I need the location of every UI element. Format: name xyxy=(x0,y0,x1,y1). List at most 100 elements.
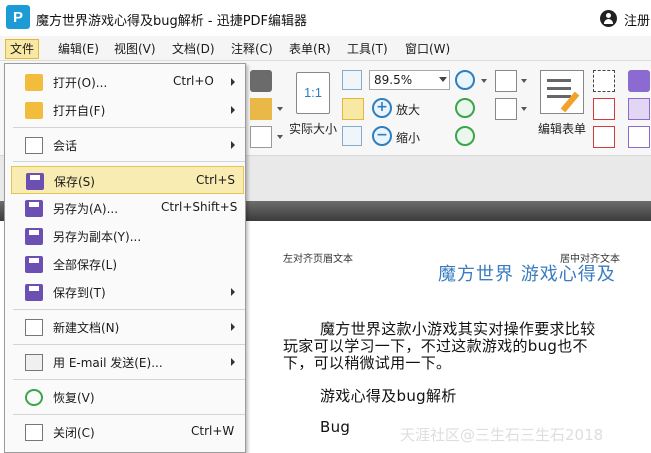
image-field-icon[interactable] xyxy=(593,126,615,148)
menu-separator xyxy=(13,379,245,380)
typewriter-icon[interactable] xyxy=(628,70,650,92)
rotate-right-icon[interactable] xyxy=(455,126,475,146)
text-box-icon[interactable] xyxy=(495,70,517,92)
submenu-arrow-icon xyxy=(231,78,235,86)
menu-label: 用 E-mail 发送(E)... xyxy=(53,356,163,370)
menu-open[interactable]: 打开(O)... Ctrl+O xyxy=(11,68,244,96)
watermark: 天涯社区@三生石三生石2018 xyxy=(400,426,604,444)
menu-file[interactable]: 文件 xyxy=(5,39,40,59)
chevron-down-icon[interactable] xyxy=(277,107,283,111)
text-field-red-icon[interactable] xyxy=(593,98,615,120)
section-heading: 游戏心得及bug解析 xyxy=(320,387,457,405)
fit-width-icon[interactable] xyxy=(342,98,364,120)
header-left-text: 左对齐页眉文本 xyxy=(283,254,353,265)
menu-label: 会话 xyxy=(53,139,78,153)
save-all-icon xyxy=(25,256,43,273)
menu-label: 保存(S) xyxy=(54,175,95,189)
menu-bar: 文件 编辑(E) 视图(V) 文档(D) 注释(C) 表单(R) 工具(T) 窗… xyxy=(0,36,651,61)
title-bar: P 魔方世界游戏心得及bug解析 - 迅捷PDF编辑器 注册 xyxy=(0,0,651,36)
menu-window[interactable]: 窗口(W) xyxy=(401,39,454,59)
submenu-arrow-icon xyxy=(231,106,235,114)
submenu-arrow-icon xyxy=(231,288,235,296)
menu-separator xyxy=(13,309,245,310)
chevron-down-icon[interactable] xyxy=(439,77,447,82)
menu-separator xyxy=(13,414,245,415)
new-document-icon xyxy=(25,319,43,336)
camera-icon[interactable] xyxy=(250,70,272,92)
menu-session[interactable]: 会话 xyxy=(11,131,244,159)
document-title: 魔方世界 游戏心得及 xyxy=(438,264,616,285)
zoom-value: 89.5% xyxy=(374,73,413,87)
menu-shortcut: Ctrl+S xyxy=(196,173,236,187)
menu-send-email[interactable]: 用 E-mail 发送(E)... xyxy=(11,348,244,376)
menu-separator xyxy=(13,127,245,128)
email-icon xyxy=(25,354,43,371)
zoom-tool-icon[interactable] xyxy=(455,70,475,90)
menu-shortcut: Ctrl+Shift+S xyxy=(161,200,238,214)
register-link[interactable]: 注册 xyxy=(624,10,650,29)
text-highlight-icon[interactable] xyxy=(628,98,650,120)
menu-separator xyxy=(13,344,245,345)
save-icon xyxy=(26,173,44,190)
paragraph-line: 下，可以稍微试用一下。 xyxy=(283,354,452,372)
text-underline-icon[interactable] xyxy=(628,126,650,148)
menu-document[interactable]: 文档(D) xyxy=(168,39,219,59)
menu-label: 另存为(A)... xyxy=(53,202,119,216)
fit-page-icon[interactable] xyxy=(342,70,362,90)
rotate-left-icon[interactable] xyxy=(455,98,475,118)
menu-save[interactable]: 保存(S) Ctrl+S xyxy=(11,166,244,194)
app-logo-icon: P xyxy=(6,5,30,29)
file-menu: 打开(O)... Ctrl+O 打开自(F) 会话 保存(S) Ctrl+S 另… xyxy=(4,63,246,453)
menu-close[interactable]: 关闭(C) Ctrl+W xyxy=(11,418,244,446)
menu-label: 另存为副本(Y)... xyxy=(53,230,142,244)
menu-separator xyxy=(13,161,245,162)
page-icon[interactable] xyxy=(250,126,272,148)
folder-globe-icon xyxy=(25,102,43,119)
text-select-icon[interactable] xyxy=(593,70,615,92)
menu-comment[interactable]: 注释(C) xyxy=(227,39,277,59)
session-icon xyxy=(25,137,43,154)
menu-label: 打开(O)... xyxy=(53,76,108,90)
actual-size-label[interactable]: 实际大小 xyxy=(289,120,337,137)
paste-icon[interactable] xyxy=(250,98,272,120)
actual-size-icon[interactable]: 1:1 xyxy=(296,72,330,114)
menu-revert[interactable]: 恢复(V) xyxy=(11,383,244,411)
menu-new-document[interactable]: 新建文档(N) xyxy=(11,313,244,341)
menu-label: 全部保存(L) xyxy=(53,258,118,272)
save-copy-icon xyxy=(25,228,43,245)
menu-label: 关闭(C) xyxy=(53,426,95,440)
menu-label: 打开自(F) xyxy=(53,104,106,118)
menu-save-all[interactable]: 全部保存(L) xyxy=(11,250,244,278)
fit-visible-icon[interactable] xyxy=(342,126,362,146)
menu-tools[interactable]: 工具(T) xyxy=(343,39,392,59)
menu-edit[interactable]: 编辑(E) xyxy=(54,39,103,59)
chevron-down-icon[interactable] xyxy=(521,107,527,111)
menu-form[interactable]: 表单(R) xyxy=(285,39,335,59)
save-as-icon xyxy=(25,200,43,217)
zoom-out-icon[interactable]: − xyxy=(372,126,392,146)
menu-save-as[interactable]: 另存为(A)... Ctrl+Shift+S xyxy=(11,194,244,222)
menu-save-to[interactable]: 保存到(T) xyxy=(11,278,244,306)
submenu-arrow-icon xyxy=(231,358,235,366)
menu-shortcut: Ctrl+W xyxy=(191,424,235,438)
chevron-down-icon[interactable] xyxy=(521,79,527,83)
revert-icon xyxy=(25,389,43,406)
text-field-icon[interactable] xyxy=(495,98,517,120)
edit-form-label[interactable]: 编辑表单 xyxy=(538,120,586,137)
menu-open-from[interactable]: 打开自(F) xyxy=(11,96,244,124)
zoom-level-input[interactable]: 89.5% xyxy=(369,70,450,90)
zoom-in-label[interactable]: 放大 xyxy=(396,101,420,118)
user-icon[interactable] xyxy=(600,10,617,27)
chevron-down-icon[interactable] xyxy=(481,79,487,83)
menu-view[interactable]: 视图(V) xyxy=(110,39,160,59)
menu-save-copy[interactable]: 另存为副本(Y)... xyxy=(11,222,244,250)
zoom-out-label[interactable]: 缩小 xyxy=(396,129,420,146)
save-to-icon xyxy=(25,284,43,301)
chevron-down-icon[interactable] xyxy=(277,135,283,139)
folder-open-icon xyxy=(25,74,43,91)
edit-form-icon[interactable] xyxy=(540,70,584,114)
window-title: 魔方世界游戏心得及bug解析 - 迅捷PDF编辑器 xyxy=(36,14,308,29)
submenu-arrow-icon xyxy=(231,323,235,331)
zoom-in-icon[interactable]: + xyxy=(372,98,392,118)
submenu-arrow-icon xyxy=(231,141,235,149)
